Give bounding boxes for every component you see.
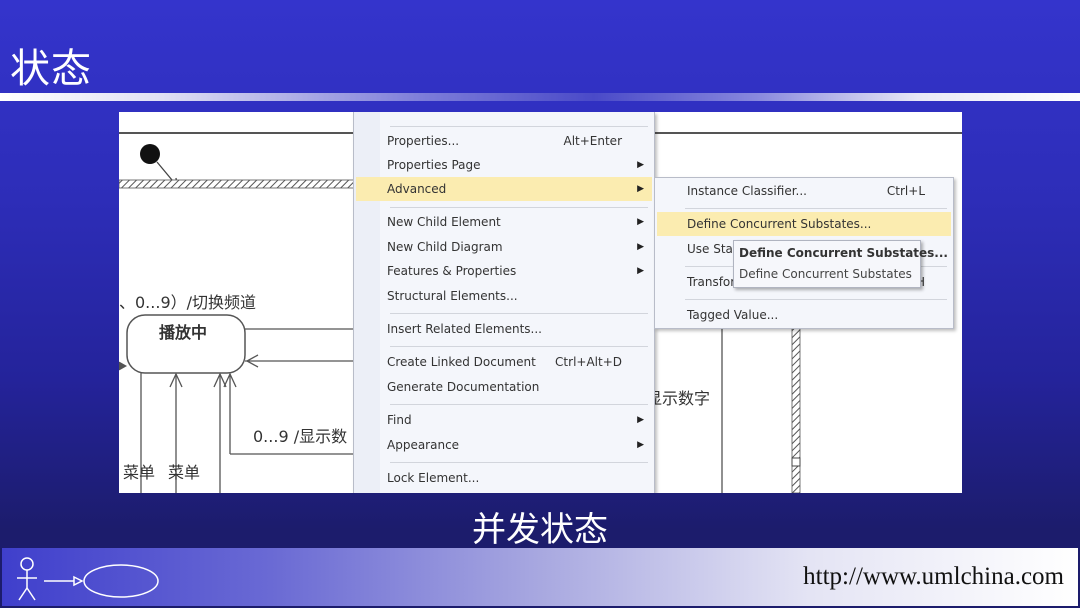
menu-item-appearance[interactable]: Appearance ▶ — [356, 433, 652, 457]
transition-label-digits: 0...9 /显示数 — [253, 423, 347, 447]
menu-item-new-child-diagram[interactable]: New Child Diagram ▶ — [356, 235, 652, 259]
shortcut-label: Ctrl+L — [887, 179, 925, 203]
transition-label-digits-right: 显示数字 — [646, 385, 710, 409]
menu-separator — [390, 462, 648, 463]
slide-footer: http://www.umlchina.com — [2, 548, 1078, 606]
menu-separator — [390, 346, 648, 347]
menu-item-structural-elements[interactable]: Structural Elements... — [356, 284, 652, 308]
shortcut-label: Alt+Enter — [563, 129, 622, 153]
menu-separator — [390, 207, 648, 208]
submenu-arrow-icon: ▶ — [637, 210, 644, 234]
resize-handle — [792, 458, 800, 466]
tooltip-title: Define Concurrent Substates... — [739, 246, 948, 260]
slide-title: 状态 — [10, 36, 92, 94]
submenu-arrow-icon: ▶ — [637, 177, 644, 201]
submenu-item-tagged-value[interactable]: Tagged Value... — [657, 303, 951, 327]
state-name: 播放中 — [159, 319, 207, 343]
transition-label-menu-2: 菜单 — [168, 459, 200, 483]
submenu-item-instance-classifier[interactable]: Instance Classifier... Ctrl+L — [657, 179, 951, 203]
menu-item-properties-page[interactable]: Properties Page ▶ — [356, 153, 652, 177]
transition-label-channel: 、0...9）/切换频道 — [119, 289, 256, 313]
screenshot-panel: 、0...9）/切换频道 播放中 0...9 /显示数 显示数字 菜单 菜单 P… — [119, 112, 962, 493]
submenu-arrow-icon: ▶ — [637, 408, 644, 432]
menu-separator — [390, 126, 648, 127]
submenu-arrow-icon: ▶ — [637, 433, 644, 457]
menu-separator — [390, 313, 648, 314]
concurrent-region-divider — [119, 180, 359, 188]
initial-state-node — [140, 144, 160, 164]
submenu-arrow-icon: ▶ — [637, 235, 644, 259]
menu-separator — [390, 404, 648, 405]
menu-item-features-properties[interactable]: Features & Properties ▶ — [356, 259, 652, 283]
submenu-item-define-concurrent-substates[interactable]: Define Concurrent Substates... — [657, 212, 951, 236]
menu-item-find[interactable]: Find ▶ — [356, 408, 652, 432]
menu-separator — [685, 208, 947, 209]
menu-item-generate-documentation[interactable]: Generate Documentation — [356, 375, 652, 399]
transition-label-menu-1: 菜单 — [123, 459, 155, 483]
title-divider — [0, 93, 1080, 101]
menu-tooltip: Define Concurrent Substates... Define Co… — [733, 240, 921, 288]
vertical-concurrent-divider — [792, 327, 800, 493]
actor-usecase-icon — [12, 556, 162, 602]
shortcut-label: Ctrl+Alt+D — [555, 350, 622, 374]
submenu-arrow-icon: ▶ — [637, 153, 644, 177]
context-menu: Properties... Alt+Enter Properties Page … — [353, 112, 655, 493]
footer-url-link[interactable]: http://www.umlchina.com — [803, 563, 1064, 591]
menu-item-new-child-element[interactable]: New Child Element ▶ — [356, 210, 652, 234]
menu-separator — [685, 299, 947, 300]
menu-item-properties[interactable]: Properties... Alt+Enter — [356, 129, 652, 153]
menu-item-insert-related[interactable]: Insert Related Elements... — [356, 317, 652, 341]
menu-item-create-linked-document[interactable]: Create Linked Document Ctrl+Alt+D — [356, 350, 652, 374]
tooltip-description: Define Concurrent Substates — [739, 267, 912, 281]
menu-item-lock-element[interactable]: Lock Element... — [356, 466, 652, 490]
slide-caption: 并发状态 — [0, 502, 1080, 551]
menu-item-advanced[interactable]: Advanced ▶ — [356, 177, 652, 201]
submenu-arrow-icon: ▶ — [637, 259, 644, 283]
